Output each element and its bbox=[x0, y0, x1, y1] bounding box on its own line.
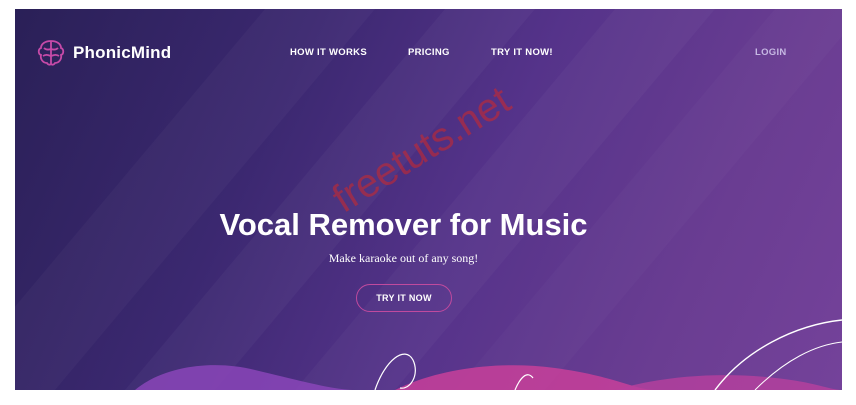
brand-name: PhonicMind bbox=[73, 43, 172, 62]
login-link[interactable]: LOGIN bbox=[755, 47, 787, 58]
brain-icon bbox=[37, 40, 65, 66]
decorative-waves bbox=[135, 319, 842, 390]
nav-pricing[interactable]: PRICING bbox=[408, 47, 450, 58]
nav-how-it-works[interactable]: HOW IT WORKS bbox=[290, 47, 367, 58]
top-navigation: PhonicMind HOW IT WORKS PRICING TRY IT N… bbox=[15, 9, 842, 99]
hero-subtitle: Make karaoke out of any song! bbox=[328, 251, 479, 265]
nav-try-it-now[interactable]: TRY IT NOW! bbox=[491, 47, 553, 58]
hero-section: PhonicMind HOW IT WORKS PRICING TRY IT N… bbox=[15, 9, 842, 390]
logo[interactable]: PhonicMind bbox=[35, 37, 171, 69]
hero-title: Vocal Remover for Music bbox=[219, 207, 588, 242]
